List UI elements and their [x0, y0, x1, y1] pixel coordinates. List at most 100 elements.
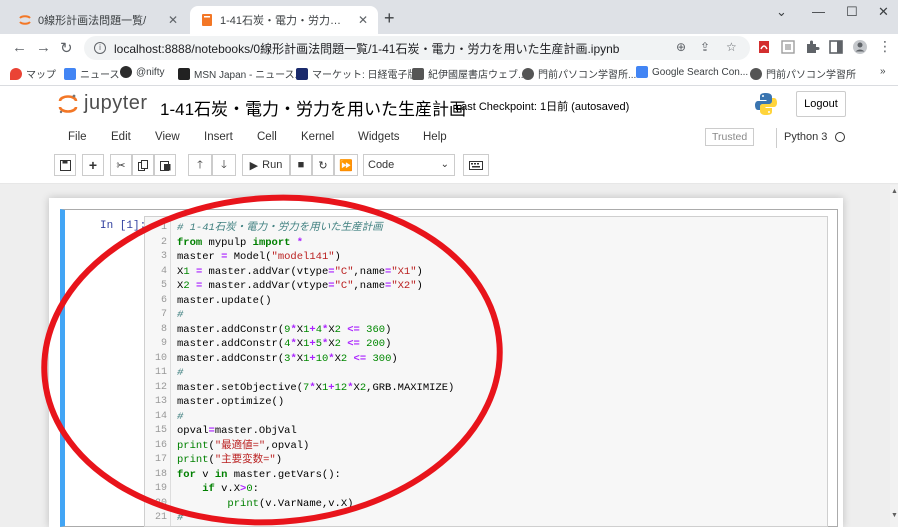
info-icon[interactable]: i	[94, 42, 106, 54]
code-line: 14 #	[145, 410, 827, 425]
back-icon[interactable]: ←	[12, 39, 27, 56]
extension-box-icon[interactable]	[780, 39, 796, 55]
move-up-button[interactable]: 🡑	[188, 154, 212, 176]
maximize-icon[interactable]: ☐	[846, 4, 858, 20]
menu-widgets[interactable]: Widgets	[358, 131, 400, 143]
code-text: #	[177, 309, 184, 321]
window-close-icon[interactable]: ✕	[878, 4, 889, 20]
bookmark-item[interactable]: 門前パソコン学習所...	[522, 66, 636, 81]
menu-edit[interactable]: Edit	[111, 131, 131, 143]
cut-button[interactable]: ✂	[110, 154, 132, 176]
code-text: master.update()	[177, 294, 272, 307]
line-number: 6	[160, 294, 167, 306]
menu-file[interactable]: File	[68, 131, 87, 143]
new-tab-button[interactable]: +	[384, 8, 395, 29]
code-line: 20 print(v.VarName,v.X)	[145, 497, 827, 512]
move-down-button[interactable]: 🡓	[212, 154, 236, 176]
browser-toolbar: ← → ↻ i localhost:8888/notebooks/0線形計画法問…	[0, 34, 898, 62]
menu-insert[interactable]: Insert	[204, 131, 233, 143]
code-line: 10 master.addConstr(3*X1+10*X2 <= 300)	[145, 352, 827, 367]
code-line: 3 master = Model("model141")	[145, 250, 827, 265]
address-bar[interactable]: i localhost:8888/notebooks/0線形計画法問題一覧/1-…	[84, 36, 750, 60]
trusted-badge[interactable]: Trusted	[705, 128, 755, 146]
bookmark-item[interactable]: 紀伊國屋書店ウェブ...	[412, 66, 526, 81]
line-number: 18	[154, 468, 167, 480]
copy-button[interactable]	[132, 154, 154, 176]
arrow-down-icon: 🡓	[221, 158, 227, 171]
code-line: 2 from mypulp import *	[145, 236, 827, 251]
line-number: 1	[160, 222, 167, 233]
chevron-down-icon[interactable]: ⌄	[776, 4, 787, 20]
bookmark-item[interactable]: 門前パソコン学習所	[750, 66, 856, 81]
bookmark-item[interactable]: マップ	[10, 66, 56, 81]
line-number: 16	[154, 439, 167, 451]
side-panel-icon[interactable]	[828, 39, 844, 55]
run-button[interactable]: ▶ Run	[242, 154, 290, 176]
scroll-down-icon[interactable]: ▼	[891, 512, 898, 519]
url-text: localhost:8888/notebooks/0線形計画法問題一覧/1-41…	[114, 41, 620, 56]
page-scrollbar[interactable]	[890, 185, 898, 527]
menu-cell[interactable]: Cell	[257, 131, 277, 143]
notebook-name[interactable]: 1-41石炭・電力・労力を用いた生産計画	[160, 95, 466, 120]
kebab-menu-icon[interactable]: ⋮	[878, 38, 892, 55]
code-line: 8 master.addConstr(9*X1+4*X2 <= 360)	[145, 323, 827, 338]
restart-run-all-button[interactable]: ⏩	[334, 154, 358, 176]
code-text: master.setObjective(7*X1+12*X2,GRB.MAXIM…	[177, 381, 455, 394]
zoom-icon[interactable]: ⊕	[676, 40, 686, 54]
cell-type-select[interactable]: Code ⌄	[363, 154, 455, 176]
bookmark-item[interactable]: MSN Japan - ニュース...	[178, 66, 303, 81]
step-forward-icon: ▶	[249, 159, 259, 172]
pdf-extension-icon[interactable]	[756, 39, 772, 55]
star-icon[interactable]: ☆	[726, 40, 737, 54]
insert-cell-button[interactable]: +	[82, 154, 104, 176]
forward-icon[interactable]: →	[36, 39, 51, 56]
scroll-up-icon[interactable]: ▲	[891, 188, 898, 195]
arrow-up-icon: 🡑	[197, 158, 203, 171]
share-icon[interactable]: ⇪	[700, 40, 710, 54]
bookmark-item[interactable]: @nifty	[120, 66, 165, 78]
bookmark-item[interactable]: ニュース	[64, 66, 120, 81]
save-button[interactable]	[54, 154, 76, 176]
close-icon[interactable]: ✕	[168, 13, 178, 27]
bookmark-item[interactable]: Google Search Con...	[636, 66, 748, 78]
interrupt-button[interactable]: ■	[290, 154, 312, 176]
line-number: 4	[160, 265, 167, 277]
kernel-name[interactable]: Python 3	[784, 131, 827, 143]
close-icon[interactable]: ✕	[358, 13, 368, 27]
code-line: 21 #	[145, 511, 827, 526]
line-number: 15	[154, 425, 167, 436]
line-number: 11	[154, 367, 167, 378]
jupyter-logo[interactable]: jupyter	[58, 92, 148, 115]
checkpoint-status: Last Checkpoint: 1日前 (autosaved)	[455, 101, 630, 113]
menu-help[interactable]: Help	[423, 131, 447, 143]
keyboard-icon	[469, 160, 483, 170]
line-number: 19	[154, 483, 167, 494]
code-line: 1 # 1-41石炭・電力・労力を用いた生産計画	[145, 221, 827, 236]
browser-tab-2[interactable]: 1-41石炭・電力・労力を用いた生産 ✕	[190, 6, 378, 34]
paste-icon	[159, 160, 170, 171]
plus-icon: +	[88, 157, 98, 173]
code-editor[interactable]: 1 # 1-41石炭・電力・労力を用いた生産計画 2 from mypulp impo…	[144, 216, 828, 527]
code-line: 19 if v.X>0:	[145, 482, 827, 497]
profile-icon[interactable]	[852, 39, 868, 55]
line-number: 14	[154, 410, 167, 422]
restart-button[interactable]: ↻	[312, 154, 334, 176]
nifty-icon	[120, 66, 132, 78]
search-console-icon	[636, 66, 648, 78]
menu-kernel[interactable]: Kernel	[301, 131, 334, 143]
fast-forward-icon: ⏩	[339, 159, 353, 172]
puzzle-icon[interactable]	[804, 39, 820, 55]
paste-button[interactable]	[154, 154, 176, 176]
python-logo-icon	[755, 93, 777, 115]
more-bookmarks[interactable]: »	[880, 66, 886, 77]
reload-icon[interactable]: ↻	[60, 39, 73, 57]
logout-button[interactable]: Logout	[796, 91, 846, 117]
menu-view[interactable]: View	[155, 131, 180, 143]
browser-tab-1[interactable]: 0線形計画法問題一覧/ ✕	[8, 6, 188, 34]
command-palette-button[interactable]	[463, 154, 489, 176]
jupyter-header: jupyter 1-41石炭・電力・労力を用いた生産計画 Last Checkp…	[0, 86, 898, 184]
bookmark-item[interactable]: マーケット: 日経電子版	[296, 66, 418, 81]
code-text: #	[177, 410, 184, 423]
code-text: #	[177, 367, 184, 379]
minimize-icon[interactable]: —	[812, 4, 825, 19]
